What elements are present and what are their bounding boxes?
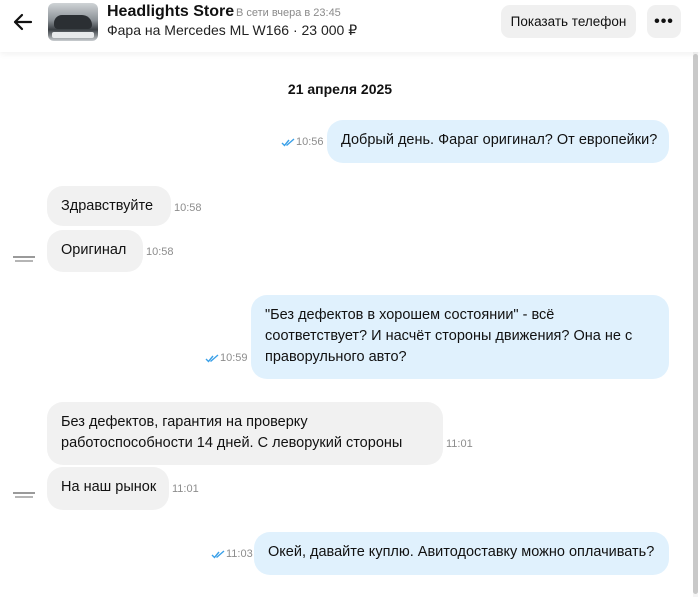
message-bubble-outgoing[interactable]: Окей, давайте куплю. Авитодоставку можно… xyxy=(254,532,669,575)
avatar-logo xyxy=(52,32,94,38)
message-bubble-incoming[interactable]: Здравствуйте xyxy=(47,186,171,226)
chat-header: Headlights Store В сети вчера в 23:45 Фа… xyxy=(0,0,700,52)
show-phone-button[interactable]: Показать телефон xyxy=(501,5,636,38)
seller-mini-logo xyxy=(13,492,35,498)
online-status: В сети вчера в 23:45 xyxy=(236,7,341,19)
date-separator: 21 апреля 2025 xyxy=(287,81,393,97)
message-time: 11:03 xyxy=(226,548,253,560)
message-line: "Без дефектов в хорошем состоянии" - всё xyxy=(265,307,555,323)
car-image xyxy=(54,15,92,29)
scrollbar-thumb[interactable] xyxy=(693,54,698,594)
message-time: 11:01 xyxy=(446,438,473,450)
more-options-button[interactable]: ••• xyxy=(647,5,681,38)
message-bubble-incoming[interactable]: Без дефектов, гарантия на проверку работ… xyxy=(47,402,443,465)
read-ticks-icon xyxy=(211,550,225,559)
read-ticks-icon xyxy=(281,138,295,147)
listing-title[interactable]: Фара на Mercedes ML W166 · 23 000 ₽ xyxy=(107,22,357,39)
message-line: Без дефектов, гарантия на проверку xyxy=(61,414,308,430)
chat-scrollbar[interactable] xyxy=(693,52,698,597)
seller-mini-logo xyxy=(13,256,35,262)
message-bubble-outgoing[interactable]: Добрый день. Фараг оригинал? От европейк… xyxy=(327,120,669,163)
seller-avatar[interactable] xyxy=(48,3,98,41)
message-line: работоспособности 14 дней. С леворукий с… xyxy=(61,435,403,451)
message-time: 10:56 xyxy=(296,136,324,148)
message-time: 10:58 xyxy=(146,246,174,258)
message-bubble-incoming[interactable]: Оригинал xyxy=(47,230,143,272)
message-bubble-outgoing[interactable]: "Без дефектов в хорошем состоянии" - всё… xyxy=(251,295,669,379)
arrow-left-icon xyxy=(13,13,33,31)
more-horizontal-icon: ••• xyxy=(654,12,674,30)
read-ticks-icon xyxy=(205,354,219,363)
back-button[interactable] xyxy=(10,9,36,35)
seller-name[interactable]: Headlights Store xyxy=(107,3,234,21)
message-time: 10:58 xyxy=(174,202,202,214)
message-line: соответствует? И насчёт стороны движения… xyxy=(265,328,633,344)
message-time: 11:01 xyxy=(172,483,199,495)
message-time: 10:59 xyxy=(220,352,248,364)
message-bubble-incoming[interactable]: На наш рынок xyxy=(47,467,169,510)
message-line: праворульного авто? xyxy=(265,349,407,365)
